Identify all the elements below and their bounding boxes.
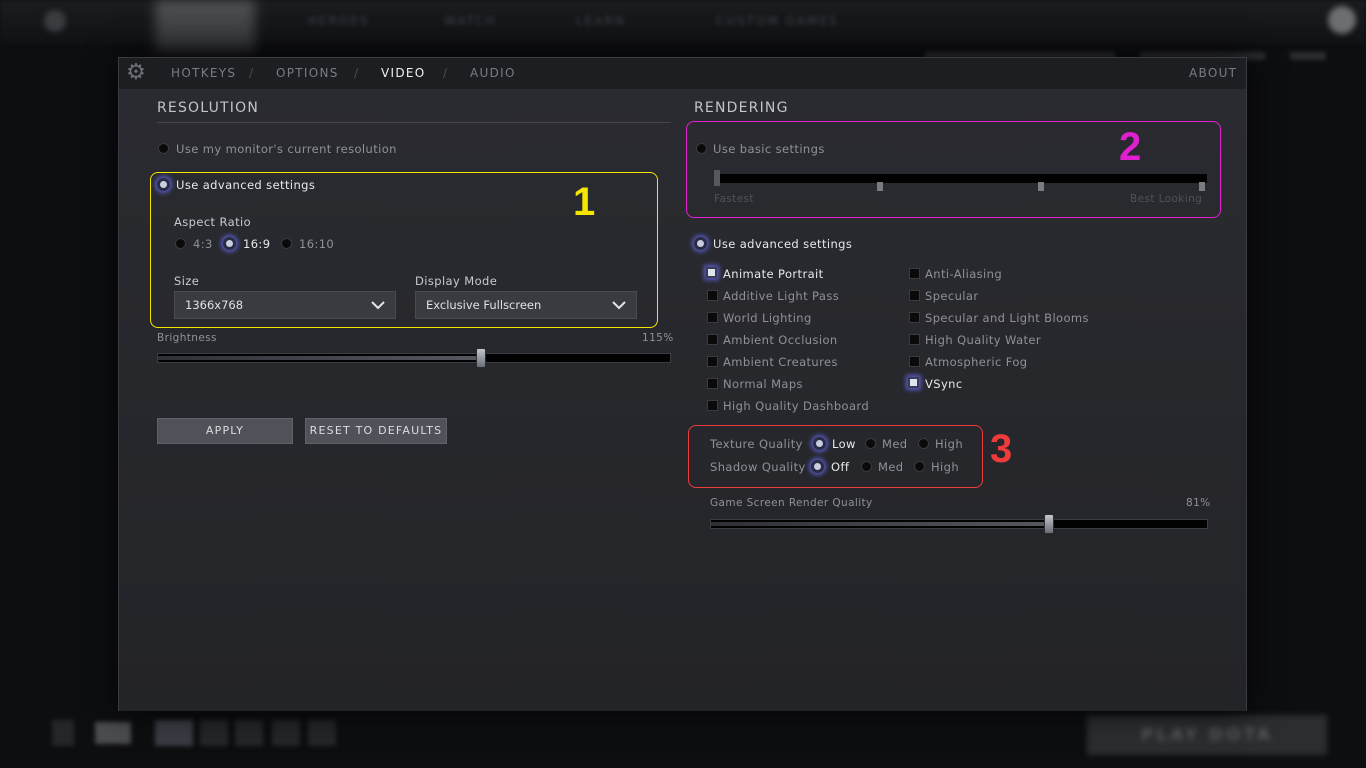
brightness-value: 115% — [642, 332, 674, 344]
settings-header: ⚙ HOTKEYS / OPTIONS / VIDEO / AUDIO ABOU… — [119, 58, 1246, 89]
checkbox-anti-aliasing[interactable] — [909, 268, 920, 279]
checkbox-label: Specular — [925, 289, 979, 303]
radio-use-monitor-resolution[interactable] — [158, 143, 169, 154]
checkbox-ambient-occlusion[interactable] — [707, 334, 718, 345]
checkbox-label: Additive Light Pass — [723, 289, 840, 303]
use-monitor-resolution-label: Use my monitor's current resolution — [176, 142, 397, 156]
checkbox-label: Animate Portrait — [723, 267, 824, 281]
background-bottom-icon — [52, 720, 74, 746]
background-nav-watch: WATCH — [444, 14, 497, 28]
checkbox-label: Specular and Light Blooms — [925, 311, 1089, 325]
checkbox-label: Anti-Aliasing — [925, 267, 1003, 281]
checkbox-label: Atmospheric Fog — [925, 355, 1028, 369]
annotation-number-2: 2 — [1119, 125, 1142, 169]
checkbox-specular[interactable] — [909, 290, 920, 301]
annotation-number-1: 1 — [573, 180, 596, 224]
resolution-divider — [157, 122, 671, 123]
tab-options[interactable]: OPTIONS — [276, 66, 339, 80]
checkbox-animate-portrait[interactable] — [706, 267, 717, 278]
resolution-title: RESOLUTION — [157, 100, 260, 116]
background-logo — [155, 0, 255, 52]
checkbox-label: High Quality Water — [925, 333, 1042, 347]
render-quality-value: 81% — [1186, 497, 1211, 509]
annotation-number-3: 3 — [990, 427, 1013, 471]
brightness-label: Brightness — [157, 332, 217, 344]
checkbox-label: High Quality Dashboard — [723, 399, 870, 413]
render-quality-slider-thumb[interactable] — [1043, 514, 1054, 534]
checkbox-specular-and-light-blooms[interactable] — [909, 312, 920, 323]
background-settings-icon — [44, 10, 66, 32]
render-quality-label: Game Screen Render Quality — [710, 497, 873, 509]
background-bottom-icon — [272, 720, 300, 746]
checkbox-additive-light-pass[interactable] — [707, 290, 718, 301]
annotation-box-3 — [688, 425, 983, 488]
tab-separator: / — [249, 66, 254, 80]
tab-hotkeys[interactable]: HOTKEYS — [171, 66, 236, 80]
background-nav-heroes: HEROES — [308, 14, 370, 28]
checkbox-normal-maps[interactable] — [707, 378, 718, 389]
checkbox-ambient-creatures[interactable] — [707, 356, 718, 367]
tab-separator: / — [443, 66, 448, 80]
render-quality-fill — [711, 522, 1050, 526]
tab-video[interactable]: VIDEO — [381, 66, 426, 80]
checkbox-label: Normal Maps — [723, 377, 803, 391]
brightness-fill — [158, 356, 482, 360]
background-bottom-icon — [308, 720, 336, 746]
background-nav-custom-games: CUSTOM GAMES — [716, 14, 839, 28]
checkbox-label: VSync — [925, 377, 963, 391]
brightness-slider[interactable] — [157, 353, 671, 363]
reset-to-defaults-button[interactable]: RESET TO DEFAULTS — [305, 418, 447, 444]
background-bottom-icon — [155, 720, 193, 746]
brightness-slider-thumb[interactable] — [475, 348, 486, 368]
radio-rendering-advanced[interactable] — [694, 237, 707, 250]
checkbox-high-quality-water[interactable] — [909, 334, 920, 345]
checkbox-label: World Lighting — [723, 311, 812, 325]
rendering-advanced-label: Use advanced settings — [713, 237, 853, 251]
checkbox-world-lighting[interactable] — [707, 312, 718, 323]
checkbox-vsync[interactable] — [908, 377, 919, 388]
checkbox-atmospheric-fog[interactable] — [909, 356, 920, 367]
tab-about[interactable]: ABOUT — [1189, 66, 1237, 80]
checkbox-label: Ambient Creatures — [723, 355, 838, 369]
checkbox-high-quality-dashboard[interactable] — [707, 400, 718, 411]
background-bottom-icon — [200, 720, 228, 746]
background-subnav — [1290, 52, 1326, 60]
tab-audio[interactable]: AUDIO — [470, 66, 516, 80]
checkbox-label: Ambient Occlusion — [723, 333, 838, 347]
background-bottom-icon — [95, 722, 131, 744]
background-avatar — [1328, 6, 1356, 34]
render-quality-slider[interactable] — [710, 519, 1208, 529]
background-nav-learn: LEARN — [576, 14, 626, 28]
rendering-title: RENDERING — [694, 100, 789, 116]
gear-icon[interactable]: ⚙ — [125, 62, 147, 85]
apply-button[interactable]: APPLY — [157, 418, 293, 444]
background-bottom-icon — [235, 720, 263, 746]
background-play-button: PLAY DOTA — [1087, 715, 1327, 755]
tab-separator: / — [354, 66, 359, 80]
